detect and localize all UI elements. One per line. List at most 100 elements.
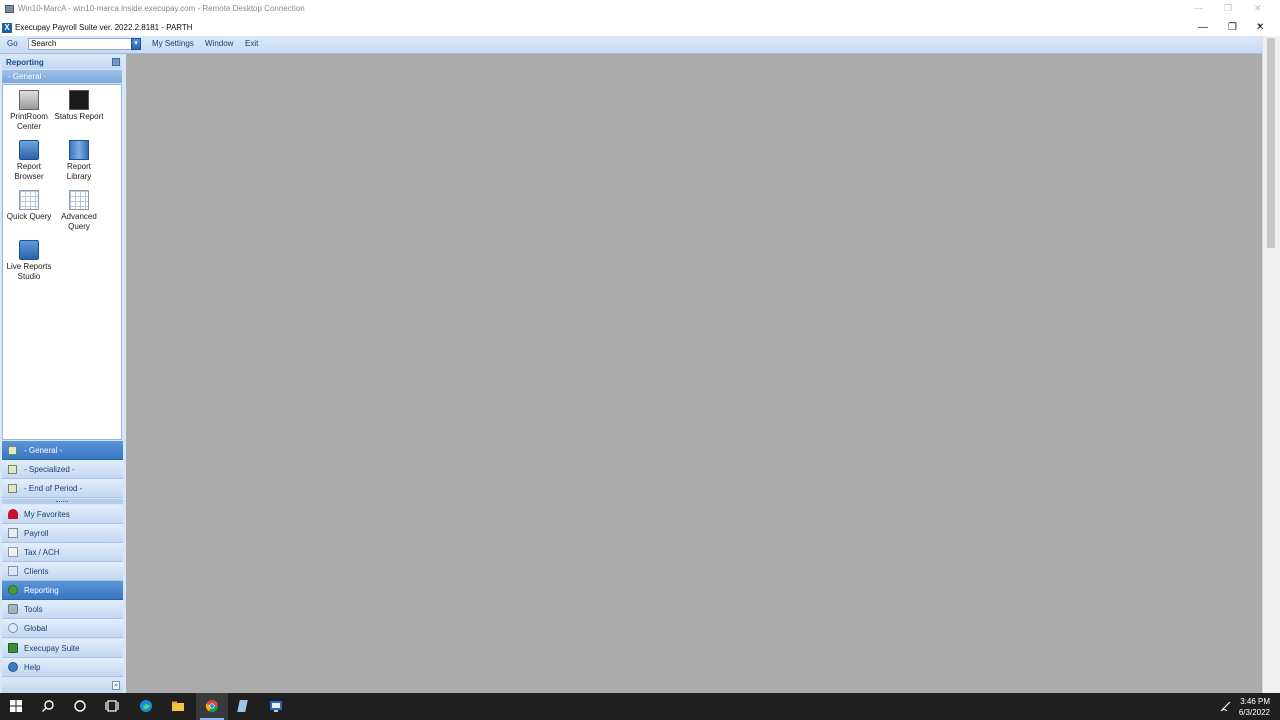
app-window-title: Execupay Payroll Suite ver. 2022.2.8181 … — [15, 23, 193, 32]
sidebar-header-title: Reporting — [6, 58, 44, 67]
tile-status-report[interactable]: Status Report — [54, 90, 104, 122]
payroll-icon — [8, 528, 18, 538]
chrome-icon[interactable] — [205, 699, 219, 713]
rdc-maximize-button[interactable]: ❐ — [1224, 3, 1232, 14]
remote-desktop-icon[interactable] — [269, 699, 283, 713]
nav-label: Global — [24, 624, 48, 633]
tile-printroom-center[interactable]: PrintRoom Center — [4, 90, 54, 132]
category-icon — [8, 484, 17, 493]
heart-icon — [8, 509, 18, 519]
sidebar: Reporting - General - PrintRoom Center S… — [0, 54, 126, 693]
nav-label: Tax / ACH — [24, 548, 60, 557]
splitter-grip[interactable] — [2, 499, 123, 504]
category-icon — [8, 446, 17, 455]
menu-my-settings[interactable]: My Settings — [152, 39, 194, 48]
app-minimize-button[interactable]: — — [1198, 22, 1208, 33]
quick-query-icon — [19, 190, 39, 210]
global-icon — [8, 623, 18, 633]
search-dropdown-button[interactable]: ▾ — [131, 38, 141, 50]
overflow-chevron-icon[interactable]: › — [1258, 20, 1261, 31]
windows-taskbar: 3:46 PM 6/3/2022 — [0, 693, 1280, 720]
nav-label: Execupay Suite — [24, 644, 80, 653]
scrollbar-thumb[interactable] — [1267, 38, 1275, 248]
pin-icon[interactable] — [112, 58, 120, 66]
sidebar-subheader: - General - — [2, 70, 122, 83]
sidebar-header: Reporting — [2, 55, 122, 69]
rdc-app-icon — [5, 5, 14, 13]
app-restore-button[interactable]: ❐ — [1228, 22, 1237, 33]
tile-advanced-query[interactable]: Advanced Query — [54, 190, 104, 232]
tile-quick-query[interactable]: Quick Query — [4, 190, 54, 222]
tile-label: PrintRoom Center — [10, 112, 48, 131]
reporting-icon — [8, 585, 18, 595]
category-specialized[interactable]: - Specialized - — [2, 460, 123, 479]
live-reports-icon — [19, 240, 39, 260]
nav-label: Payroll — [24, 529, 49, 538]
search-icon[interactable] — [41, 699, 55, 713]
mdi-workspace — [126, 54, 1262, 693]
execupay-suite-icon — [8, 643, 18, 653]
nav-reporting[interactable]: Reporting — [2, 581, 123, 600]
tools-icon — [8, 604, 18, 614]
tile-label: Status Report — [54, 112, 104, 121]
menu-exit[interactable]: Exit — [245, 39, 258, 48]
nav-label: My Favorites — [24, 510, 70, 519]
rdc-title-bar: Win10-MarcA - win10-marca.inside.execupa… — [0, 0, 1280, 20]
pen-ink-icon[interactable] — [1219, 699, 1233, 713]
tile-label: Live Reports Studio — [6, 262, 52, 281]
nav-help[interactable]: Help — [2, 658, 123, 677]
report-library-icon — [69, 140, 89, 160]
sidebar-footer: » — [2, 678, 123, 693]
task-view-icon[interactable] — [105, 699, 119, 713]
file-explorer-icon[interactable] — [171, 699, 185, 713]
category-general[interactable]: - General - — [2, 441, 123, 460]
nav-global[interactable]: Global — [2, 619, 123, 638]
tax-ach-icon — [8, 547, 18, 557]
menu-bar: Go Search ▾ My Settings Window Exit — [0, 36, 1262, 54]
chevron-down-icon[interactable]: » — [112, 681, 120, 690]
help-icon — [8, 662, 18, 672]
tile-label: Report Library — [66, 162, 92, 181]
tile-report-library[interactable]: Report Library — [54, 140, 104, 182]
nav-tax-ach[interactable]: Tax / ACH — [2, 543, 123, 562]
clock-date: 6/3/2022 — [1238, 708, 1270, 717]
tile-live-reports-studio[interactable]: Live Reports Studio — [4, 240, 54, 282]
nav-label: Clients — [24, 567, 49, 576]
notepad-icon[interactable] — [237, 699, 251, 713]
vertical-scrollbar[interactable] — [1262, 36, 1280, 693]
menu-window[interactable]: Window — [205, 39, 233, 48]
clients-icon — [8, 566, 18, 576]
nav-my-favorites[interactable]: My Favorites — [2, 505, 123, 524]
category-end-of-period[interactable]: - End of Period - — [2, 479, 123, 498]
sidebar-subheader-title: - General - — [8, 72, 47, 81]
cortana-icon[interactable] — [73, 699, 87, 713]
nav-label: Tools — [24, 605, 43, 614]
nav-tools[interactable]: Tools — [2, 600, 123, 619]
app-title-bar: X Execupay Payroll Suite ver. 2022.2.818… — [0, 20, 1280, 36]
tile-label: Quick Query — [6, 212, 52, 221]
rdc-close-button[interactable]: ✕ — [1254, 3, 1262, 14]
advanced-query-icon — [69, 190, 89, 210]
tile-label: Advanced Query — [61, 212, 97, 231]
system-clock[interactable]: 3:46 PM 6/3/2022 — [1239, 696, 1270, 718]
nav-label: Help — [24, 663, 41, 672]
nav-payroll[interactable]: Payroll — [2, 524, 123, 543]
category-label: - End of Period - — [24, 484, 83, 493]
edge-browser-icon[interactable] — [139, 699, 153, 713]
report-icon-panel: PrintRoom Center Status Report Report Br… — [2, 84, 122, 440]
windows-start-icon[interactable] — [9, 699, 23, 713]
clock-time: 3:46 PM — [1240, 697, 1270, 706]
go-button[interactable]: Go — [7, 39, 18, 48]
status-report-icon — [69, 90, 89, 110]
execupay-logo-icon: X — [2, 23, 12, 33]
printroom-icon — [19, 90, 39, 110]
nav-execupay-suite[interactable]: Execupay Suite — [2, 639, 123, 658]
search-input[interactable]: Search — [28, 38, 132, 50]
rdc-window-title: Win10-MarcA - win10-marca.inside.execupa… — [18, 4, 305, 13]
category-label: - Specialized - — [24, 465, 75, 474]
rdc-minimize-button[interactable]: — — [1194, 3, 1203, 13]
tile-report-browser[interactable]: Report Browser — [4, 140, 54, 182]
nav-clients[interactable]: Clients — [2, 562, 123, 581]
nav-label: Reporting — [24, 586, 59, 595]
report-browser-icon — [19, 140, 39, 160]
